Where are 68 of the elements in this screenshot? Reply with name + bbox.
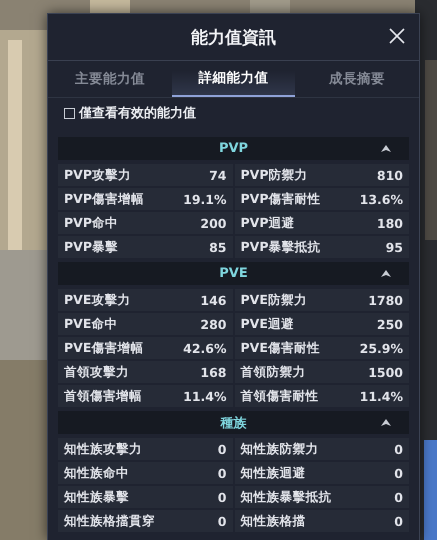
stat-label: PVP暴擊抵抗 (240, 238, 320, 256)
stat-label: PVP傷害耐性 (240, 190, 320, 208)
stat-label: PVP攻擊力 (64, 166, 131, 184)
stat-value: 146 (200, 292, 226, 308)
collapse-icon[interactable] (381, 145, 391, 152)
stat-label: PVE攻擊力 (64, 292, 130, 308)
stat-label: PVE命中 (64, 316, 118, 332)
stat-label: 知性族暴擊抵抗 (240, 488, 332, 506)
stat-value: 25.9% (360, 340, 403, 356)
stat-value: 0 (218, 442, 226, 456)
stat-value: 0 (394, 514, 403, 528)
stat-value: 810 (376, 168, 403, 182)
stat-value: 1780 (368, 292, 403, 308)
stat-label: 知性族迴避 (240, 464, 306, 482)
tab[interactable]: 主要能力值 (48, 61, 172, 97)
section-header[interactable]: PVE (58, 262, 409, 285)
dialog-title: 能力值資訊 (191, 26, 276, 48)
stat-label: PVP暴擊 (64, 238, 118, 256)
stat-value: 280 (200, 316, 226, 332)
stat-label: PVE傷害耐性 (240, 340, 320, 356)
stat-label: PVP迴避 (240, 214, 294, 232)
stat-label: PVP防禦力 (240, 166, 308, 184)
stat-value: 0 (218, 514, 226, 528)
stat-value: 74 (209, 168, 226, 182)
stat-value: 0 (394, 490, 403, 504)
stat-value: 1500 (368, 364, 403, 380)
stat-value: 0 (218, 490, 226, 504)
stat-value: 95 (386, 240, 403, 254)
stat-label: PVP傷害增幅 (64, 190, 144, 208)
section-title: PVP (218, 141, 248, 156)
stat-label: 首領傷害耐性 (240, 388, 318, 404)
stat-value: 11.4% (183, 388, 226, 404)
stat-value: 200 (200, 216, 226, 230)
stat-label: 知性族暴擊 (64, 488, 129, 506)
stat-label: 知性族攻擊力 (64, 440, 142, 458)
close-icon (389, 28, 405, 44)
section-title: 種族 (220, 414, 246, 432)
stat-label: 首領防禦力 (240, 364, 306, 380)
collapse-icon[interactable] (381, 419, 391, 426)
stat-value: 180 (376, 216, 403, 230)
stat-label: 知性族命中 (64, 464, 129, 482)
stat-label: 知性族防禦力 (240, 440, 318, 458)
stat-value: 0 (394, 442, 403, 456)
stat-label: 知性族格擋 (240, 512, 306, 530)
section-title: PVE (219, 266, 248, 281)
stat-value: 11.4% (360, 388, 403, 404)
stat-value: 13.6% (360, 192, 403, 206)
collapse-icon[interactable] (381, 270, 391, 277)
stat-label: PVE傷害增幅 (64, 340, 144, 356)
stat-value: 19.1% (183, 192, 226, 206)
close-button[interactable] (389, 28, 405, 44)
section-header[interactable]: 種族 (58, 411, 409, 434)
section-header[interactable]: PVP (58, 137, 409, 160)
stat-label: PVE防禦力 (240, 292, 307, 308)
stat-label: 首領攻擊力 (64, 364, 129, 380)
stat-label: 知性族格擋貫穿 (64, 512, 155, 530)
stat-value: 0 (394, 466, 403, 480)
stat-label: PVP命中 (64, 214, 118, 232)
stat-value: 42.6% (183, 340, 226, 356)
stat-label: PVE迴避 (240, 316, 294, 332)
stat-value: 0 (218, 466, 226, 480)
stat-value: 250 (376, 316, 403, 332)
stat-label: 首領傷害增幅 (64, 388, 142, 404)
stat-value: 168 (200, 364, 226, 380)
checkbox[interactable] (64, 108, 75, 118)
stat-value: 85 (209, 240, 226, 254)
checkbox-label[interactable]: 僅查看有效的能力值 (79, 104, 196, 122)
tab[interactable]: 成長摘要 (295, 61, 419, 97)
